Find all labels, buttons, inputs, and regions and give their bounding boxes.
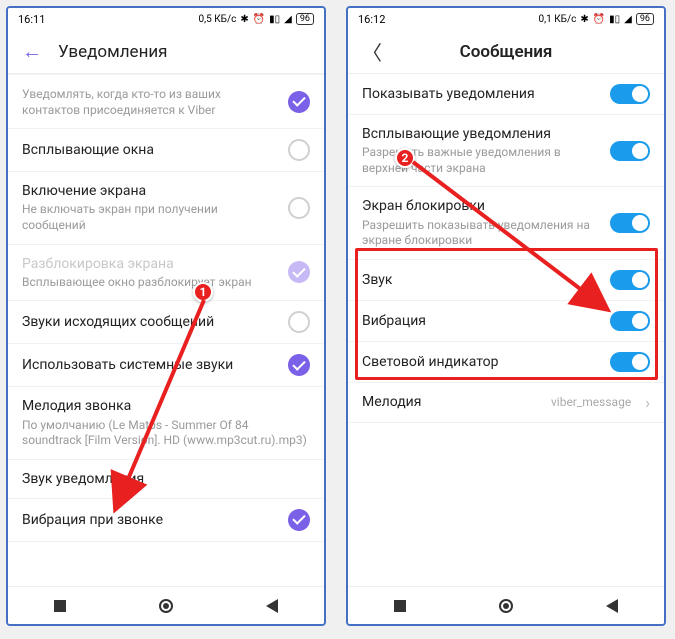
row-sub: Всплывающее окно разблокирует экран (22, 275, 278, 291)
row-title: Всплывающие окна (22, 141, 278, 159)
row-outgoing-sounds[interactable]: Звуки исходящих сообщений (8, 301, 324, 344)
row-contact-joined[interactable]: Уведомлять, когда кто-то из ваших контак… (8, 74, 324, 129)
back-icon[interactable]: ← (22, 39, 42, 64)
battery-icon: 96 (296, 13, 314, 25)
row-sub: Не включать экран при получении сообщени… (22, 202, 278, 233)
status-net: 0,1 КБ/с (539, 14, 577, 25)
phone-right: 16:12 0,1 КБ/с ✱ ⏰ ▮▯ ◢ 96 〈 Сообщения П… (346, 6, 666, 626)
nav-recent-icon[interactable] (54, 600, 66, 612)
page-title: Сообщения (460, 42, 553, 62)
nav-home-icon[interactable] (499, 599, 513, 613)
row-title: Экран блокировки (362, 197, 600, 215)
row-sub: Уведомлять, когда кто-то из ваших контак… (22, 87, 278, 118)
status-time: 16:12 (358, 13, 385, 26)
status-time: 16:11 (18, 13, 45, 26)
toggle-on-icon[interactable] (610, 270, 650, 290)
radio-checked-disabled-icon (288, 261, 310, 283)
row-vibration-call[interactable]: Вибрация при звонке (8, 499, 324, 542)
toggle-on-icon[interactable] (610, 141, 650, 161)
back-icon[interactable]: 〈 (362, 37, 382, 66)
radio-unchecked-icon[interactable] (288, 311, 310, 333)
row-title: Вибрация (362, 312, 600, 330)
header: 〈 Сообщения (348, 30, 664, 74)
row-title: Световой индикатор (362, 353, 600, 371)
signal-icon: ▮▯ (609, 14, 620, 25)
page-title: Уведомления (58, 42, 168, 62)
row-system-sounds[interactable]: Использовать системные звуки (8, 344, 324, 387)
row-vibration[interactable]: Вибрация (348, 301, 664, 342)
toggle-on-icon[interactable] (610, 84, 650, 104)
nav-back-icon[interactable] (266, 599, 278, 613)
row-show-notifications[interactable]: Показывать уведомления (348, 74, 664, 115)
radio-unchecked-icon[interactable] (288, 197, 310, 219)
bluetooth-icon: ✱ (240, 14, 248, 25)
row-sub: Разрешить показывать уведомления на экра… (362, 218, 600, 249)
row-unlock-screen: Разблокировка экрана Всплывающее окно ра… (8, 245, 324, 302)
status-right: 0,1 КБ/с ✱ ⏰ ▮▯ ◢ 96 (539, 13, 654, 25)
settings-list: Уведомлять, когда кто-то из ваших контак… (8, 74, 324, 542)
settings-list: Показывать уведомления Всплывающие уведо… (348, 74, 664, 423)
row-title: Звук уведомления (22, 470, 310, 488)
row-title: Мелодия звонка (22, 397, 310, 415)
android-navbar (8, 586, 324, 624)
row-title: Показывать уведомления (362, 85, 600, 103)
row-sound[interactable]: Звук (348, 260, 664, 301)
status-right: 0,5 КБ/с ✱ ⏰ ▮▯ ◢ 96 (199, 13, 314, 25)
signal-icon: ▮▯ (269, 14, 280, 25)
row-title: Включение экрана (22, 182, 278, 200)
row-popup-windows[interactable]: Всплывающие окна (8, 129, 324, 172)
toggle-on-icon[interactable] (610, 352, 650, 372)
toggle-on-icon[interactable] (610, 311, 650, 331)
chevron-right-icon: › (645, 393, 650, 412)
alarm-icon: ⏰ (253, 14, 265, 25)
wifi-icon: ◢ (284, 14, 292, 25)
bluetooth-icon: ✱ (580, 14, 588, 25)
row-title: Мелодия (362, 393, 541, 411)
wifi-icon: ◢ (624, 14, 632, 25)
row-ringtone[interactable]: Мелодия звонка По умолчанию (Le Matos - … (8, 387, 324, 459)
row-popup-notifications[interactable]: Всплывающие уведомления Разрешить важные… (348, 115, 664, 187)
row-title: Использовать системные звуки (22, 356, 278, 374)
header: ← Уведомления (8, 30, 324, 74)
row-screen-on[interactable]: Включение экрана Не включать экран при п… (8, 172, 324, 244)
toggle-on-icon[interactable] (610, 213, 650, 233)
radio-checked-icon[interactable] (288, 354, 310, 376)
row-title: Всплывающие уведомления (362, 125, 600, 143)
row-melody[interactable]: Мелодия viber_message › (348, 383, 664, 423)
row-title: Звуки исходящих сообщений (22, 313, 278, 331)
row-sub: Разрешить важные уведомления в верхней ч… (362, 145, 600, 176)
row-title: Разблокировка экрана (22, 255, 278, 273)
radio-checked-icon[interactable] (288, 91, 310, 113)
row-title: Звук (362, 271, 600, 289)
row-light-indicator[interactable]: Световой индикатор (348, 342, 664, 383)
phone-left: 16:11 0,5 КБ/с ✱ ⏰ ▮▯ ◢ 96 ← Уведомления… (6, 6, 326, 626)
radio-checked-icon[interactable] (288, 509, 310, 531)
radio-unchecked-icon[interactable] (288, 139, 310, 161)
android-navbar (348, 586, 664, 624)
row-value: viber_message (551, 395, 631, 409)
row-lock-screen[interactable]: Экран блокировки Разрешить показывать ув… (348, 187, 664, 259)
nav-back-icon[interactable] (606, 599, 618, 613)
battery-icon: 96 (636, 13, 654, 25)
row-notification-sound[interactable]: Звук уведомления (8, 460, 324, 499)
status-net: 0,5 КБ/с (199, 14, 237, 25)
alarm-icon: ⏰ (593, 14, 605, 25)
row-title: Вибрация при звонке (22, 511, 278, 529)
statusbar: 16:12 0,1 КБ/с ✱ ⏰ ▮▯ ◢ 96 (348, 8, 664, 30)
nav-recent-icon[interactable] (394, 600, 406, 612)
row-sub: По умолчанию (Le Matos - Summer Of 84 so… (22, 418, 310, 449)
nav-home-icon[interactable] (159, 599, 173, 613)
statusbar: 16:11 0,5 КБ/с ✱ ⏰ ▮▯ ◢ 96 (8, 8, 324, 30)
